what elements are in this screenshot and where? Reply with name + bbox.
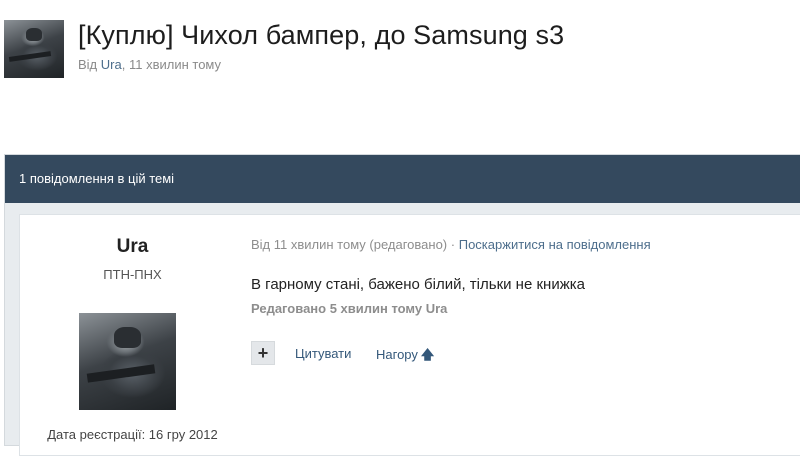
thread-header: 1 повідомлення в цій темі — [5, 155, 800, 203]
back-to-top-label: Нагору — [376, 347, 418, 362]
topic-title: [Куплю] Чихол бампер, до Samsung s3 — [78, 20, 565, 50]
post-meta-time: Від 11 хвилин тому (редаговано) — [251, 237, 448, 252]
back-to-top-link[interactable]: Нагору 🡅 — [376, 346, 434, 368]
post-author-avatar[interactable] — [79, 313, 176, 410]
post-edited-note: Редаговано 5 хвилин тому Ura — [251, 301, 448, 316]
quote-link[interactable]: Цитувати — [295, 346, 351, 361]
multiquote-button[interactable]: + — [251, 341, 275, 365]
topic-author-link[interactable]: Ura — [101, 57, 122, 72]
topic-meta-separator: , — [121, 57, 126, 72]
post-join-date: Дата реєстрації: 16 гру 2012 — [47, 427, 218, 442]
post: Ura ПТН-ПНХ Дата реєстрації: 16 гру 2012… — [19, 214, 800, 456]
topic-author-avatar[interactable] — [4, 20, 64, 78]
post-meta: Від 11 хвилин тому (редаговано) · Поскар… — [251, 237, 651, 252]
report-post-link[interactable]: Поскаржитися на повідомлення — [459, 237, 651, 252]
topic-meta: Від Ura, 11 хвилин тому — [78, 57, 221, 72]
post-meta-separator: · — [450, 237, 456, 252]
plus-icon: + — [257, 343, 269, 363]
post-author-name[interactable]: Ura — [20, 236, 245, 258]
thread-panel: 1 повідомлення в цій темі Ura ПТН-ПНХ Да… — [4, 154, 800, 456]
post-author-group: ПТН-ПНХ — [103, 267, 162, 282]
topic-meta-prefix: Від — [78, 57, 98, 72]
topic-time: 11 хвилин тому — [128, 57, 222, 72]
arrow-up-icon: 🡅 — [420, 347, 435, 362]
post-body: В гарному стані, бажено білий, тільки не… — [251, 276, 585, 293]
